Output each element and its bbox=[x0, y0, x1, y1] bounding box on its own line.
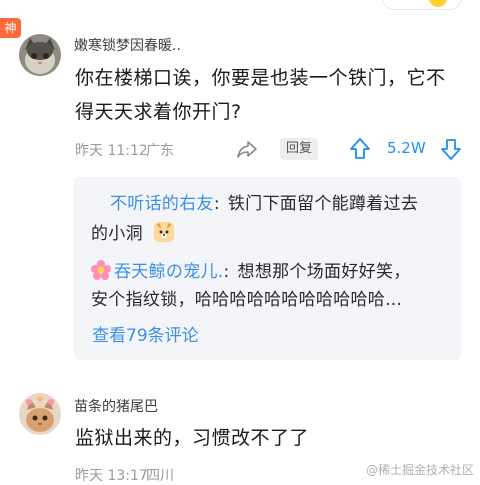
sub-reply-1-text-cont: 的小洞 bbox=[91, 224, 143, 244]
comment-location: 四川 bbox=[146, 468, 174, 484]
emoji-icon bbox=[429, 0, 447, 7]
sub-reply-1-username[interactable]: 不听话的右友 bbox=[110, 194, 214, 214]
share-icon[interactable] bbox=[236, 138, 258, 164]
reply-button[interactable]: 回复 bbox=[280, 138, 319, 160]
sub-reply-1-line-1: 不听话的右友: 铁门下面留个能蹲着过去 bbox=[110, 189, 418, 219]
top-pill-button[interactable] bbox=[382, 0, 462, 10]
sub-reply-1-text: 铁门下面留个能蹲着过去 bbox=[227, 194, 419, 214]
sub-replies-panel: 不听话的右友: 铁门下面留个能蹲着过去 的小洞 吞天鲸の宠儿.: 想想那个场面好… bbox=[74, 177, 461, 360]
sub-reply-2-text: 想想那个场面好好笑， bbox=[237, 262, 411, 282]
sub-reply-1-line-2: 的小洞 bbox=[91, 219, 175, 253]
comment-time: 昨天 13:17 bbox=[75, 468, 148, 484]
comment-text-line-2: 得天天求着你开门? bbox=[75, 101, 242, 123]
comment-username[interactable]: 苗条的猪尾巴 bbox=[74, 396, 158, 416]
sub-reply-2-line-2: 安个指纹锁，哈哈哈哈哈哈哈哈哈哈哈... bbox=[91, 290, 403, 310]
like-count: 5.2W bbox=[387, 139, 426, 157]
comment-text-line-1: 监狱出来的，习惯改不了了 bbox=[75, 427, 310, 449]
sub-reply-1-colon: : bbox=[213, 194, 220, 214]
kitten-avatar-icon bbox=[19, 393, 61, 435]
view-more-replies-link[interactable]: 查看79条评论 bbox=[92, 321, 199, 346]
thumb-down-arrow-icon[interactable] bbox=[440, 137, 462, 165]
avatar[interactable] bbox=[19, 34, 61, 76]
dog-emoji-icon bbox=[153, 221, 175, 253]
comment-location: 广东 bbox=[146, 143, 174, 159]
sub-reply-2-colon: : bbox=[223, 262, 230, 282]
cat-avatar-icon bbox=[19, 34, 61, 76]
avatar[interactable] bbox=[19, 393, 61, 435]
comment-time: 昨天 11:12 bbox=[75, 143, 148, 159]
comment-text-line-1: 你在楼梯口诶，你要是也装一个铁门，它不 bbox=[75, 67, 446, 89]
comment-username[interactable]: 嫩寒锁梦因春暖.. bbox=[74, 35, 181, 55]
sub-reply-2-username[interactable]: 吞天鲸の宠儿. bbox=[114, 262, 224, 282]
thumb-up-arrow-icon[interactable] bbox=[349, 137, 371, 165]
god-comment-badge: 神 bbox=[0, 18, 21, 38]
watermark: @稀土掘金技术社区 bbox=[365, 463, 474, 477]
